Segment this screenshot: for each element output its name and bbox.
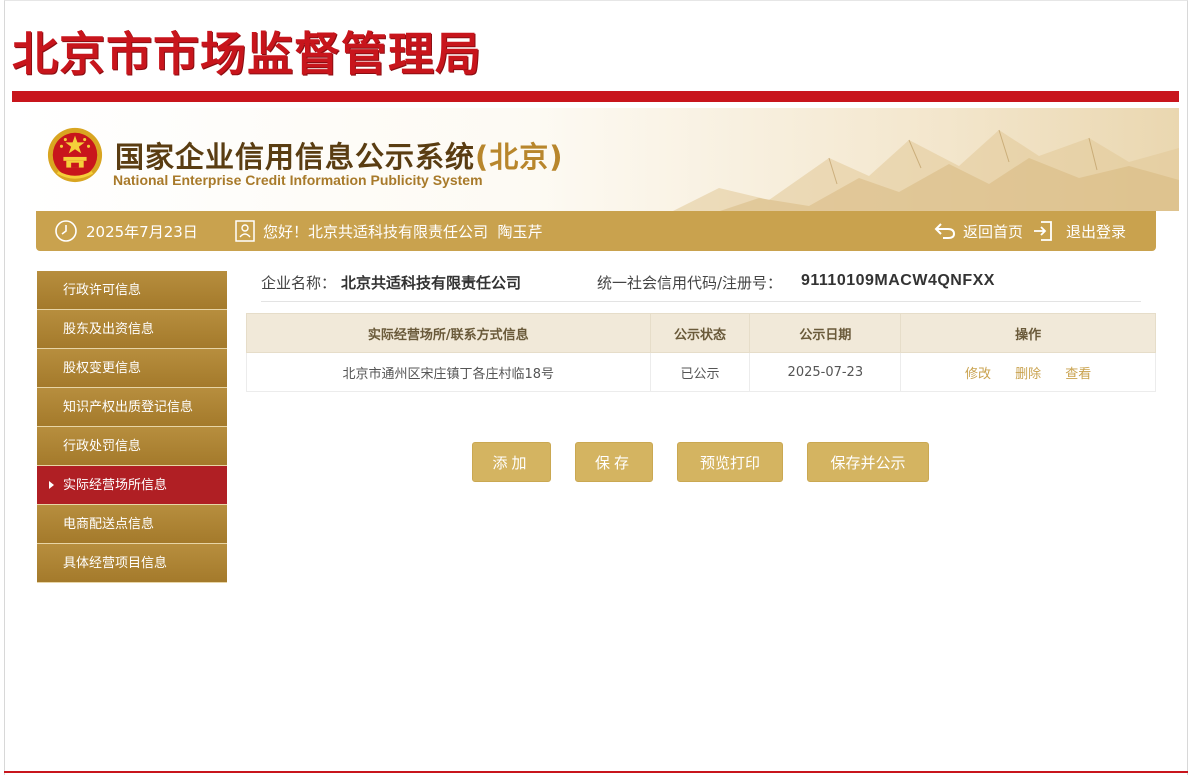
return-arrow-icon bbox=[934, 223, 956, 239]
sidebar-item-ip-pledge[interactable]: 知识产权出质登记信息 bbox=[37, 388, 227, 427]
sidebar-item-label: 电商配送点信息 bbox=[63, 517, 155, 532]
mountain-artwork bbox=[673, 129, 1179, 211]
logout-link-label: 退出登录 bbox=[1066, 222, 1127, 241]
greeting-text: 您好！北京共适科技有限责任公司 陶玉芹 bbox=[263, 222, 543, 241]
sidebar-item-label: 具体经营项目信息 bbox=[63, 556, 168, 571]
header-address: 实际经营场所/联系方式信息 bbox=[246, 313, 651, 353]
sidebar-item-label: 行政处罚信息 bbox=[63, 439, 142, 454]
save-and-publish-button[interactable]: 保存并公示 bbox=[807, 442, 929, 482]
sidebar-menu: 行政许可信息 股东及出资信息 股权变更信息 知识产权出质登记信息 行政处罚信息 … bbox=[37, 271, 227, 583]
system-title-main: 国家企业信用信息公示系统 bbox=[115, 140, 476, 174]
header-date: 公示日期 bbox=[749, 313, 902, 353]
logout-icon bbox=[1034, 221, 1052, 241]
user-badge-icon bbox=[234, 211, 256, 251]
header-operations: 操作 bbox=[900, 313, 1156, 353]
sidebar-item-label: 股权变更信息 bbox=[63, 361, 142, 376]
system-title-english: National Enterprise Credit Information P… bbox=[113, 172, 483, 188]
system-title: 国家企业信用信息公示系统(北京) bbox=[115, 134, 564, 176]
add-button[interactable]: 添加 bbox=[472, 442, 551, 482]
table-header-row: 实际经营场所/联系方式信息 公示状态 公示日期 操作 bbox=[246, 313, 1156, 353]
system-title-region: (北京) bbox=[475, 140, 564, 174]
sidebar-item-label: 行政许可信息 bbox=[63, 283, 142, 298]
clock-icon bbox=[54, 211, 78, 251]
active-arrow-icon bbox=[49, 481, 54, 489]
premises-table: 实际经营场所/联系方式信息 公示状态 公示日期 操作 北京市通州区宋庄镇丁各庄村… bbox=[246, 313, 1156, 392]
sidebar-item-business-premises[interactable]: 实际经营场所信息 bbox=[37, 466, 227, 505]
bureau-title: 北京市市场监督管理局 bbox=[12, 27, 482, 81]
sidebar-item-label: 实际经营场所信息 bbox=[63, 478, 168, 493]
view-link[interactable]: 查看 bbox=[1065, 367, 1091, 382]
cell-address: 北京市通州区宋庄镇丁各庄村临18号 bbox=[246, 352, 651, 392]
cell-status: 已公示 bbox=[649, 352, 751, 392]
sidebar-item-ecommerce-delivery[interactable]: 电商配送点信息 bbox=[37, 505, 227, 544]
company-name-label: 企业名称： bbox=[261, 274, 337, 292]
home-link-label: 返回首页 bbox=[963, 222, 1024, 241]
sidebar-item-business-projects[interactable]: 具体经营项目信息 bbox=[37, 544, 227, 583]
header-status: 公示状态 bbox=[649, 313, 751, 353]
company-info-line: 企业名称： 北京共适科技有限责任公司 统一社会信用代码/注册号： 9111010… bbox=[261, 268, 1141, 302]
sidebar-item-admin-license[interactable]: 行政许可信息 bbox=[37, 271, 227, 310]
sidebar-item-shareholder[interactable]: 股东及出资信息 bbox=[37, 310, 227, 349]
national-emblem-icon bbox=[47, 127, 103, 183]
delete-link[interactable]: 删除 bbox=[1015, 367, 1041, 382]
sidebar-item-admin-penalty[interactable]: 行政处罚信息 bbox=[37, 427, 227, 466]
current-date: 2025年7月23日 bbox=[86, 222, 198, 241]
company-name-value: 北京共适科技有限责任公司 bbox=[341, 274, 522, 292]
cell-operations: 修改 删除 查看 bbox=[900, 352, 1156, 392]
sidebar-item-label: 股东及出资信息 bbox=[63, 322, 155, 337]
home-link[interactable]: 返回首页 bbox=[933, 211, 1023, 251]
info-bar: 2025年7月23日 您好！北京共适科技有限责任公司 陶玉芹 返回首页 退出登录 bbox=[36, 211, 1156, 251]
logout-link[interactable]: 退出登录 bbox=[1032, 211, 1126, 251]
table-row: 北京市通州区宋庄镇丁各庄村临18号 已公示 2025-07-23 修改 删除 查… bbox=[246, 352, 1156, 392]
save-button[interactable]: 保存 bbox=[575, 442, 653, 482]
sidebar-item-equity-change[interactable]: 股权变更信息 bbox=[37, 349, 227, 388]
credit-code-value: 91110109MACW4QNFXX bbox=[801, 272, 995, 289]
header-divider bbox=[12, 91, 1179, 102]
system-banner: 国家企业信用信息公示系统(北京) National Enterprise Cre… bbox=[12, 108, 1179, 211]
cell-date: 2025-07-23 bbox=[749, 352, 902, 392]
bottom-divider bbox=[4, 771, 1188, 773]
edit-link[interactable]: 修改 bbox=[965, 367, 991, 382]
sidebar-item-label: 知识产权出质登记信息 bbox=[63, 400, 194, 415]
credit-code-label: 统一社会信用代码/注册号： bbox=[597, 274, 783, 292]
preview-print-button[interactable]: 预览打印 bbox=[677, 442, 783, 482]
